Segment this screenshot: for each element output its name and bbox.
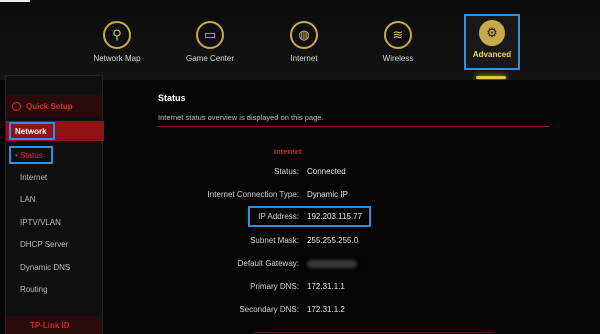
network-map-icon: ⚲ (103, 21, 131, 49)
sidebar-network-label: Network (9, 122, 55, 140)
primary-dns-label: Primary DNS: (250, 282, 299, 291)
gear-icon: ⚙ (479, 20, 505, 46)
nav-game-center[interactable]: ▭ Game Center (170, 12, 250, 63)
nav-game-center-label: Game Center (185, 54, 235, 63)
nav-advanced[interactable]: ⚙ Advanced (464, 14, 520, 70)
connection-type-label: Internet Connection Type: (207, 190, 299, 199)
main-content: Status Internet status overview is displ… (104, 80, 600, 334)
top-navigation-bar: ⚲ Network Map ▭ Game Center ◍ Internet ≋… (0, 0, 600, 80)
subnet-mask-value: 255.255.255.0 (307, 236, 359, 245)
title-divider (157, 126, 550, 127)
quick-setup-button[interactable]: Quick Setup (6, 95, 102, 117)
page-title: Status (158, 93, 186, 103)
nav-network-map-label: Network Map (93, 54, 141, 63)
primary-dns-row: Primary DNS: 172.31.1.1 (104, 282, 600, 294)
ip-address-label: IP Address: (258, 212, 299, 221)
default-gateway-row: Default Gateway: (104, 259, 600, 271)
subnet-mask-row: Subnet Mask: 255.255.255.0 (104, 236, 600, 248)
quick-setup-icon (12, 101, 21, 111)
sidebar-subnav: • Status Internet LAN IPTV/VLAN DHCP Ser… (6, 144, 104, 301)
sidebar-item-dynamic-dns[interactable]: Dynamic DNS (6, 256, 104, 278)
wifi-icon: ≋ (384, 21, 412, 49)
quick-setup-label: Quick Setup (26, 101, 73, 111)
sidebar-item-iptv-vlan[interactable]: IPTV/VLAN (6, 211, 104, 233)
active-tab-indicator (476, 76, 506, 79)
ip-address-row: IP Address: 192.203.115.77 (104, 212, 600, 224)
nav-internet-label: Internet (290, 54, 318, 63)
nav-network-map[interactable]: ⚲ Network Map (77, 12, 157, 63)
nav-advanced-label: Advanced (472, 50, 512, 59)
section-heading-internet: Internet (274, 147, 302, 156)
connection-type-row: Internet Connection Type: Dynamic IP (104, 190, 600, 202)
secondary-dns-value: 172.31.1.2 (307, 305, 345, 314)
primary-dns-value: 172.31.1.1 (307, 282, 345, 291)
default-gateway-value (307, 259, 357, 268)
nav-internet[interactable]: ◍ Internet (264, 12, 344, 63)
default-gateway-label: Default Gateway: (237, 259, 299, 268)
top-edge-line (0, 0, 30, 2)
secondary-dns-row: Secondary DNS: 172.31.1.2 (104, 305, 600, 317)
ip-address-value: 192.203.115.77 (307, 212, 363, 221)
status-row: Status: Connected (104, 167, 600, 179)
sidebar-item-internet[interactable]: Internet (6, 166, 104, 188)
tp-link-id-button[interactable]: TP-Link ID (6, 316, 102, 334)
sidebar-item-status[interactable]: • Status (6, 144, 104, 166)
connection-type-value: Dynamic IP (307, 190, 348, 199)
status-value: Connected (307, 167, 346, 176)
secondary-dns-label: Secondary DNS: (239, 305, 299, 314)
sidebar-item-network[interactable]: Network (6, 121, 104, 141)
sidebar-item-lan[interactable]: LAN (6, 189, 104, 211)
globe-icon: ◍ (290, 21, 318, 49)
bottom-divider (254, 332, 494, 333)
status-label: Status: (274, 167, 299, 176)
gamepad-icon: ▭ (196, 21, 224, 49)
nav-wireless-label: Wireless (382, 54, 414, 63)
redacted-gateway (307, 259, 357, 268)
sidebar: Quick Setup Network • Status Internet LA… (5, 75, 104, 334)
sidebar-item-dhcp-server[interactable]: DHCP Server (6, 234, 104, 256)
subnet-mask-label: Subnet Mask: (250, 236, 299, 245)
page-description: Internet status overview is displayed on… (158, 113, 324, 122)
sidebar-item-routing[interactable]: Routing (6, 278, 104, 300)
sidebar-status-label: • Status (9, 146, 53, 164)
nav-wireless[interactable]: ≋ Wireless (358, 12, 438, 63)
